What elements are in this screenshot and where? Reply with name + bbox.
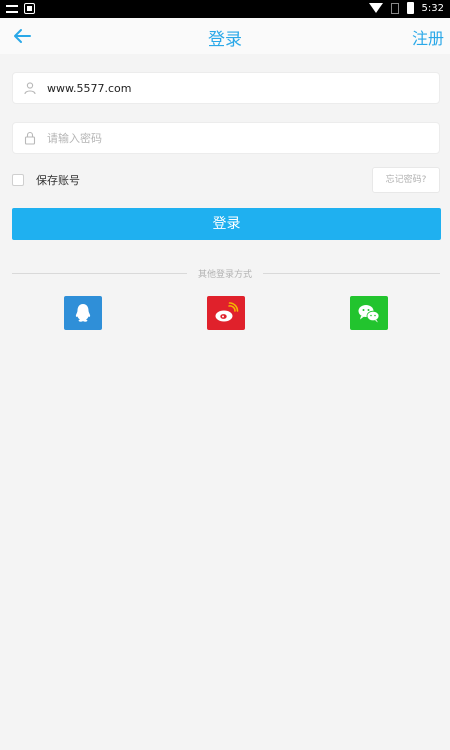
wechat-icon (358, 305, 380, 323)
battery-icon (406, 2, 414, 14)
notification-icon (6, 4, 18, 13)
remember-label: 保存账号 (36, 174, 80, 187)
wechat-login-button[interactable] (350, 296, 388, 330)
weibo-icon (215, 302, 239, 322)
app-notification-icon (24, 3, 35, 14)
qq-login-button[interactable] (64, 296, 102, 330)
sim-icon (390, 2, 399, 14)
login-button[interactable]: 登录 (12, 208, 441, 240)
forgot-password-button[interactable]: 忘记密码? (372, 167, 440, 193)
remember-account-toggle[interactable]: 保存账号 (12, 172, 80, 188)
register-link[interactable]: 注册 (412, 25, 444, 49)
weibo-login-button[interactable] (207, 296, 245, 330)
other-login-label: 其他登录方式 (197, 270, 252, 280)
lock-icon (24, 131, 36, 145)
password-input[interactable] (47, 123, 427, 153)
wifi-icon (368, 3, 383, 13)
page-title: 登录 (208, 30, 242, 50)
qq-icon (75, 304, 91, 322)
password-field-container (12, 122, 440, 154)
remember-checkbox[interactable] (12, 174, 24, 186)
app-header: 登录 注册 (0, 18, 450, 54)
user-icon (24, 82, 36, 95)
username-field-container (12, 72, 440, 104)
username-input[interactable] (47, 73, 427, 103)
status-bar: 5:32 (0, 0, 450, 18)
status-time: 5:32 (421, 2, 444, 14)
